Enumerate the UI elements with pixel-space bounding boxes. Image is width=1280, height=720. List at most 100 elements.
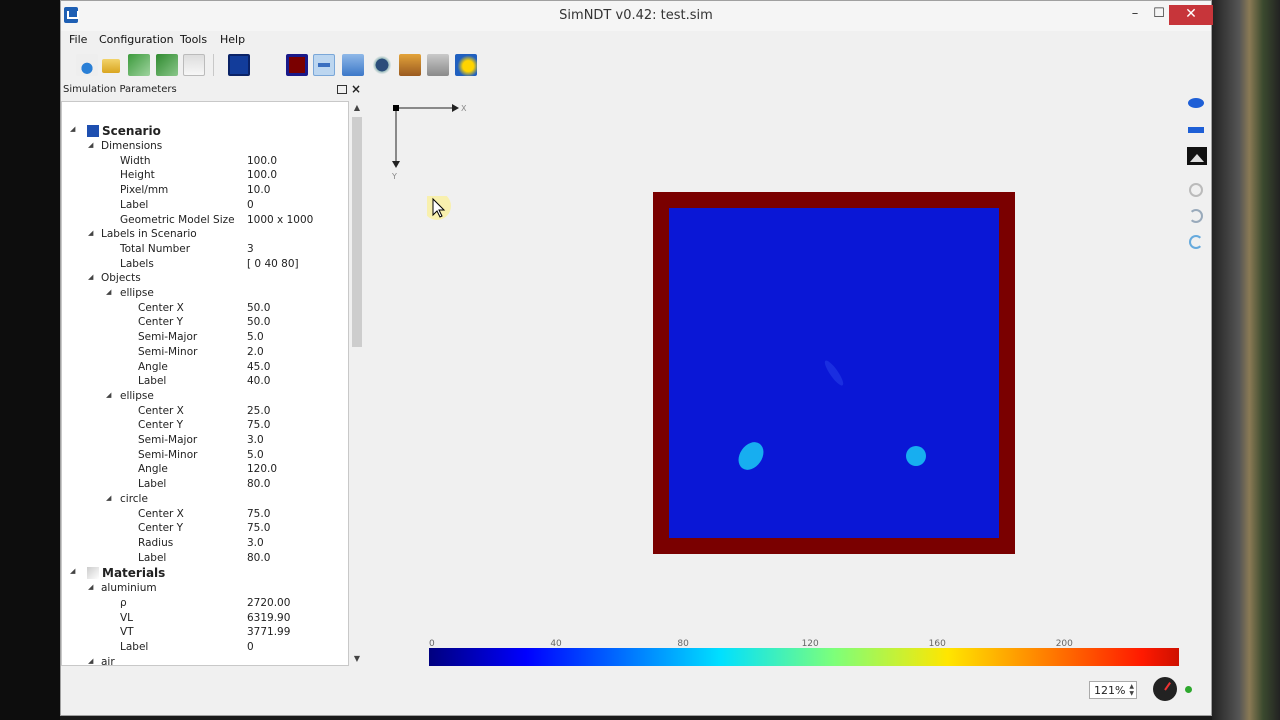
menu-file[interactable]: File xyxy=(69,33,87,46)
tree-value[interactable]: 45.0 xyxy=(247,361,270,373)
tree-row[interactable]: Center X 50.0 xyxy=(62,302,348,316)
tree-group-dimensions[interactable]: ◢ Dimensions xyxy=(62,140,348,154)
expand-arrow-icon[interactable]: ◢ xyxy=(70,125,75,133)
tree-value[interactable]: 2720.00 xyxy=(247,597,290,609)
tree-row[interactable]: Width 100.0 xyxy=(62,155,348,169)
tree-section-scenario[interactable]: ◢ Scenario xyxy=(62,124,348,138)
tree-row[interactable]: Total Number 3 xyxy=(62,243,348,257)
scrollbar-thumb[interactable] xyxy=(352,117,362,347)
tree-value[interactable]: 10.0 xyxy=(247,184,270,196)
expand-arrow-icon[interactable]: ◢ xyxy=(88,273,93,281)
scroll-down-arrow-icon[interactable]: ▼ xyxy=(350,652,364,666)
tree-row[interactable]: Label 40.0 xyxy=(62,375,348,389)
zoom-spinbox[interactable]: 121% ▲ ▼ xyxy=(1089,681,1137,699)
tree-value[interactable]: 75.0 xyxy=(247,508,270,520)
panel-float-button[interactable] xyxy=(337,85,347,94)
run-simulation-icon[interactable] xyxy=(427,54,449,76)
tree-value[interactable]: 3 xyxy=(247,243,254,255)
tree-value[interactable]: 5.0 xyxy=(247,449,264,461)
tree-value[interactable]: 3.0 xyxy=(247,434,264,446)
tree-value[interactable]: 75.0 xyxy=(247,522,270,534)
tree-value[interactable]: 0 xyxy=(247,199,254,211)
import-icon[interactable] xyxy=(128,54,150,76)
rotate-90-icon[interactable] xyxy=(1187,207,1205,225)
tree-object-ellipse[interactable]: ◢ ellipse xyxy=(62,287,348,301)
expand-arrow-icon[interactable]: ◢ xyxy=(88,141,93,149)
tree-value[interactable]: 0 xyxy=(247,641,254,653)
tree-row[interactable]: Angle 120.0 xyxy=(62,463,348,477)
results-icon[interactable] xyxy=(455,54,477,76)
expand-arrow-icon[interactable]: ◢ xyxy=(88,657,93,665)
tree-value[interactable]: 3.0 xyxy=(247,537,264,549)
tree-row[interactable]: Height 100.0 xyxy=(62,169,348,183)
tree-row[interactable]: Label 80.0 xyxy=(62,552,348,566)
tree-value[interactable]: 80.0 xyxy=(247,478,270,490)
ellipse-tool-icon[interactable] xyxy=(1187,95,1205,113)
scenario-icon[interactable] xyxy=(228,54,250,76)
tree-row[interactable]: Semi-Major 5.0 xyxy=(62,331,348,345)
tree-material-air[interactable]: ◢ air xyxy=(62,656,348,665)
open-folder-icon[interactable] xyxy=(102,59,120,73)
zoom-spin-arrows-icon[interactable]: ▲ ▼ xyxy=(1129,683,1134,697)
tree-value[interactable]: 5.0 xyxy=(247,331,264,343)
image-tool-icon[interactable] xyxy=(1187,147,1207,165)
menu-configuration[interactable]: Configuration xyxy=(99,33,174,46)
tree-row[interactable]: Semi-Minor 2.0 xyxy=(62,346,348,360)
tree-value[interactable]: 50.0 xyxy=(247,302,270,314)
close-button[interactable]: ✕ xyxy=(1169,5,1213,25)
tree-row[interactable]: VL 6319.90 xyxy=(62,612,348,626)
export-icon[interactable] xyxy=(156,54,178,76)
tree-value[interactable]: 40.0 xyxy=(247,375,270,387)
tree-row[interactable]: Semi-Major 3.0 xyxy=(62,434,348,448)
tree-row[interactable]: Labels [ 0 40 80] xyxy=(62,258,348,272)
tree-row[interactable]: Semi-Minor 5.0 xyxy=(62,449,348,463)
menu-tools[interactable]: Tools xyxy=(180,33,207,46)
tree-value[interactable]: 100.0 xyxy=(247,169,277,181)
tree-row[interactable]: Center Y 75.0 xyxy=(62,522,348,536)
tree-value[interactable]: 6319.90 xyxy=(247,612,290,624)
rotate-minus-90-icon[interactable] xyxy=(1187,233,1205,251)
tree-value[interactable]: 3771.99 xyxy=(247,626,290,638)
scroll-up-arrow-icon[interactable]: ▲ xyxy=(350,101,364,115)
tree-object-circle[interactable]: ◢ circle xyxy=(62,493,348,507)
tree-row[interactable]: Pixel/mm 10.0 xyxy=(62,184,348,198)
save-icon[interactable] xyxy=(183,54,205,76)
tree-row[interactable]: Label 80.0 xyxy=(62,478,348,492)
tree-row[interactable]: Geometric Model Size 1000 x 1000 xyxy=(62,214,348,228)
boundary-icon[interactable] xyxy=(313,54,335,76)
tree-object-ellipse[interactable]: ◢ ellipse xyxy=(62,390,348,404)
transducer-icon[interactable] xyxy=(371,54,393,76)
parameters-icon[interactable] xyxy=(256,54,278,76)
tree-row[interactable]: Angle 45.0 xyxy=(62,361,348,375)
tree-row[interactable]: Label 0 xyxy=(62,641,348,655)
tree-row[interactable]: Center Y 75.0 xyxy=(62,419,348,433)
tree-section-materials[interactable]: ◢ Materials xyxy=(62,566,348,580)
tree-material-aluminium[interactable]: ◢ aluminium xyxy=(62,582,348,596)
tree-value[interactable]: 1000 x 1000 xyxy=(247,214,313,226)
tree-value[interactable]: 50.0 xyxy=(247,316,270,328)
tree-value[interactable]: [ 0 40 80] xyxy=(247,258,299,270)
signal-icon[interactable] xyxy=(399,54,421,76)
tree-value[interactable]: 2.0 xyxy=(247,346,264,358)
expand-arrow-icon[interactable]: ◢ xyxy=(88,229,93,237)
material-icon[interactable] xyxy=(286,54,308,76)
tree-row[interactable]: ρ 2720.00 xyxy=(62,597,348,611)
tree-group-objects[interactable]: ◢ Objects xyxy=(62,272,348,286)
tree-value[interactable]: 100.0 xyxy=(247,155,277,167)
tree-row[interactable]: Center X 25.0 xyxy=(62,405,348,419)
tree-scrollbar[interactable]: ▲ ▼ xyxy=(350,101,364,666)
expand-arrow-icon[interactable]: ◢ xyxy=(106,288,111,296)
inspection-icon[interactable] xyxy=(342,54,364,76)
tree-group-labels[interactable]: ◢ Labels in Scenario xyxy=(62,228,348,242)
tree-value[interactable]: 120.0 xyxy=(247,463,277,475)
tree-row[interactable]: Radius 3.0 xyxy=(62,537,348,551)
rectangle-tool-icon[interactable] xyxy=(1187,121,1205,139)
scenario-canvas[interactable]: X Y 04080120160200240 xyxy=(369,81,1239,666)
expand-arrow-icon[interactable]: ◢ xyxy=(88,583,93,591)
tree-row[interactable]: Center Y 50.0 xyxy=(62,316,348,330)
zoom-icon[interactable] xyxy=(1187,181,1205,199)
tree-value[interactable]: 25.0 xyxy=(247,405,270,417)
tree-value[interactable]: 80.0 xyxy=(247,552,270,564)
expand-arrow-icon[interactable]: ◢ xyxy=(106,391,111,399)
menu-help[interactable]: Help xyxy=(220,33,245,46)
